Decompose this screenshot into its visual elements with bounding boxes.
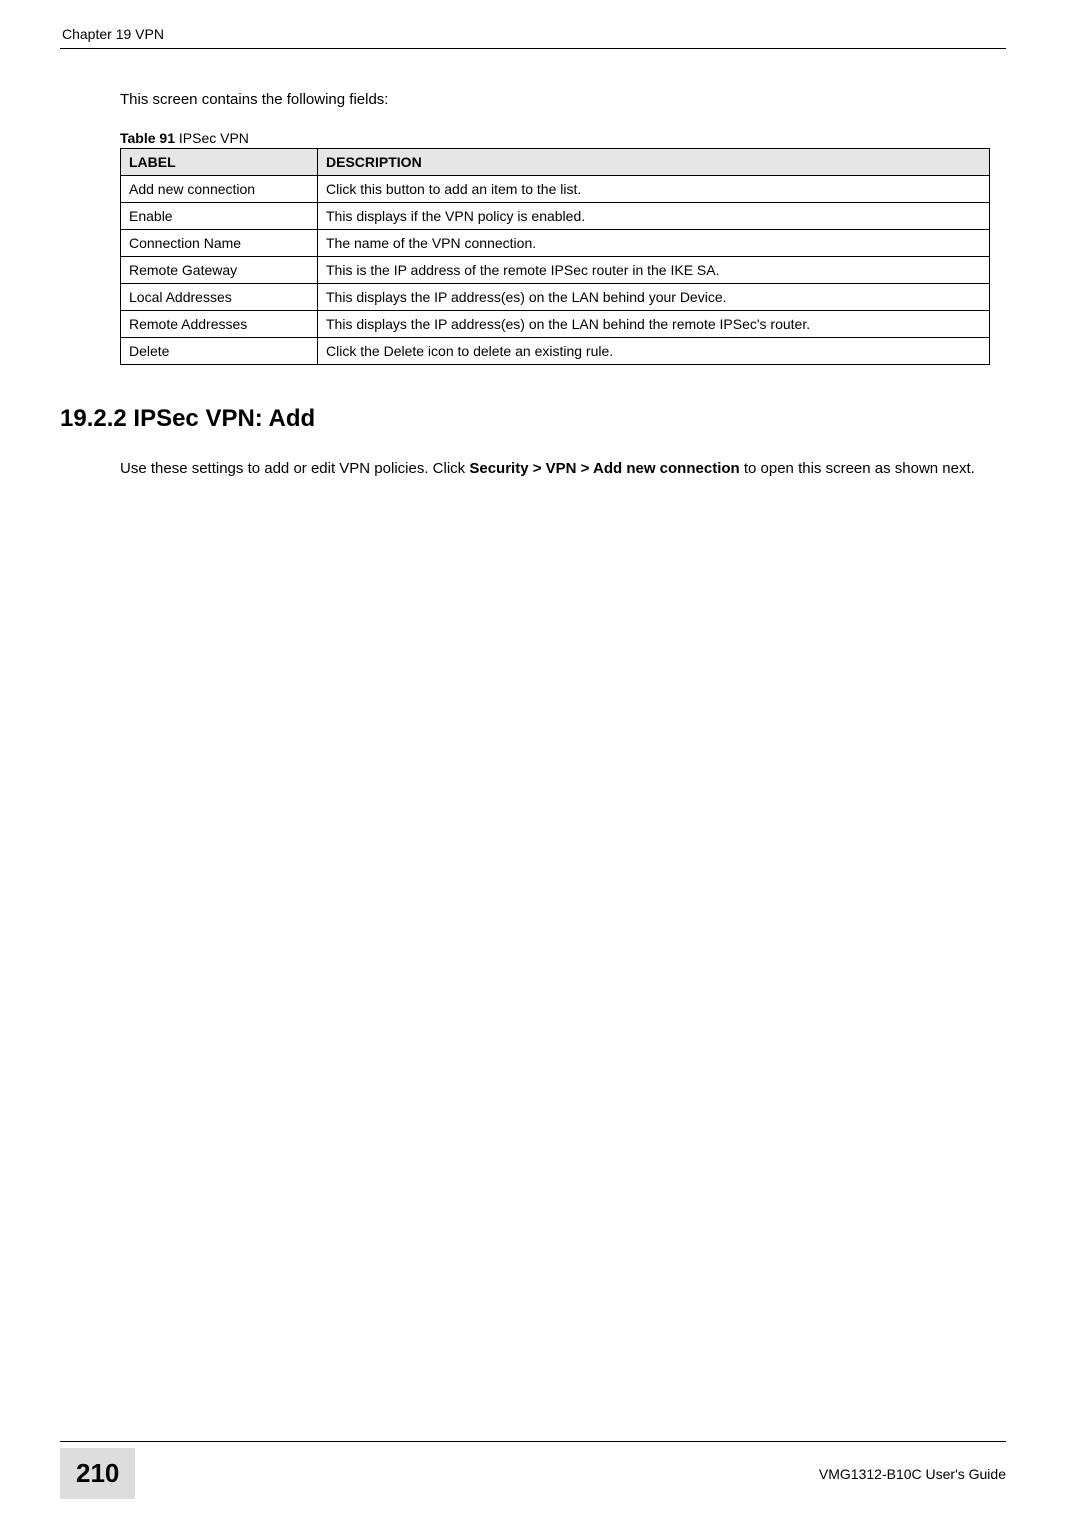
footer-rule — [60, 1441, 1006, 1442]
cell-desc-pre: Click the — [326, 343, 384, 359]
cell-desc: This displays if the VPN policy is enabl… — [318, 203, 990, 230]
cell-desc: This displays the IP address(es) on the … — [318, 311, 990, 338]
th-label: LABEL — [121, 149, 318, 176]
fields-table: LABEL DESCRIPTION Add new connection Cli… — [120, 148, 990, 365]
cell-desc: Click this button to add an item to the … — [318, 176, 990, 203]
cell-label: Remote Addresses — [121, 311, 318, 338]
table-row: Add new connection Click this button to … — [121, 176, 990, 203]
running-header: Chapter 19 VPN — [60, 26, 1006, 42]
section-body-bold: Security > VPN > Add new connection — [469, 460, 739, 477]
table-row: Connection Name The name of the VPN conn… — [121, 230, 990, 257]
cell-label: Delete — [121, 338, 318, 365]
table-row: Remote Gateway This is the IP address of… — [121, 257, 990, 284]
intro-paragraph: This screen contains the following field… — [120, 89, 996, 110]
cell-desc: This displays the IP address(es) on the … — [318, 284, 990, 311]
cell-label: Local Addresses — [121, 284, 318, 311]
cell-desc: This is the IP address of the remote IPS… — [318, 257, 990, 284]
cell-label: Enable — [121, 203, 318, 230]
footer-row: 210 VMG1312-B10C User's Guide — [60, 1448, 1006, 1499]
table-row: Enable This displays if the VPN policy i… — [121, 203, 990, 230]
section-heading: 19.2.2 IPSec VPN: Add — [60, 405, 1006, 433]
section-body-pre: Use these settings to add or edit VPN po… — [120, 460, 469, 477]
header-rule — [60, 48, 1006, 49]
header-left: Chapter 19 VPN — [62, 26, 164, 42]
table-row: Delete Click the Delete icon to delete a… — [121, 338, 990, 365]
page-number: 210 — [60, 1448, 135, 1499]
section-body-post: to open this screen as shown next. — [740, 460, 975, 477]
table-row: Local Addresses This displays the IP add… — [121, 284, 990, 311]
cell-desc-bold: Delete — [384, 343, 424, 359]
cell-desc: Click the Delete icon to delete an exist… — [318, 338, 990, 365]
cell-label: Add new connection — [121, 176, 318, 203]
page: Chapter 19 VPN This screen contains the … — [0, 0, 1066, 1524]
cell-desc: The name of the VPN connection. — [318, 230, 990, 257]
footer: 210 VMG1312-B10C User's Guide — [60, 1441, 1006, 1499]
table-row: Remote Addresses This displays the IP ad… — [121, 311, 990, 338]
table-header-row: LABEL DESCRIPTION — [121, 149, 990, 176]
th-description: DESCRIPTION — [318, 149, 990, 176]
section-body: Use these settings to add or edit VPN po… — [120, 458, 996, 481]
footer-guide: VMG1312-B10C User's Guide — [819, 1466, 1006, 1482]
table-title: IPSec VPN — [175, 130, 249, 146]
cell-label: Remote Gateway — [121, 257, 318, 284]
table-number: Table 91 — [120, 130, 175, 146]
cell-label: Connection Name — [121, 230, 318, 257]
cell-desc-post: icon to delete an existing rule. — [424, 343, 613, 359]
table-caption: Table 91 IPSec VPN — [120, 130, 1006, 146]
